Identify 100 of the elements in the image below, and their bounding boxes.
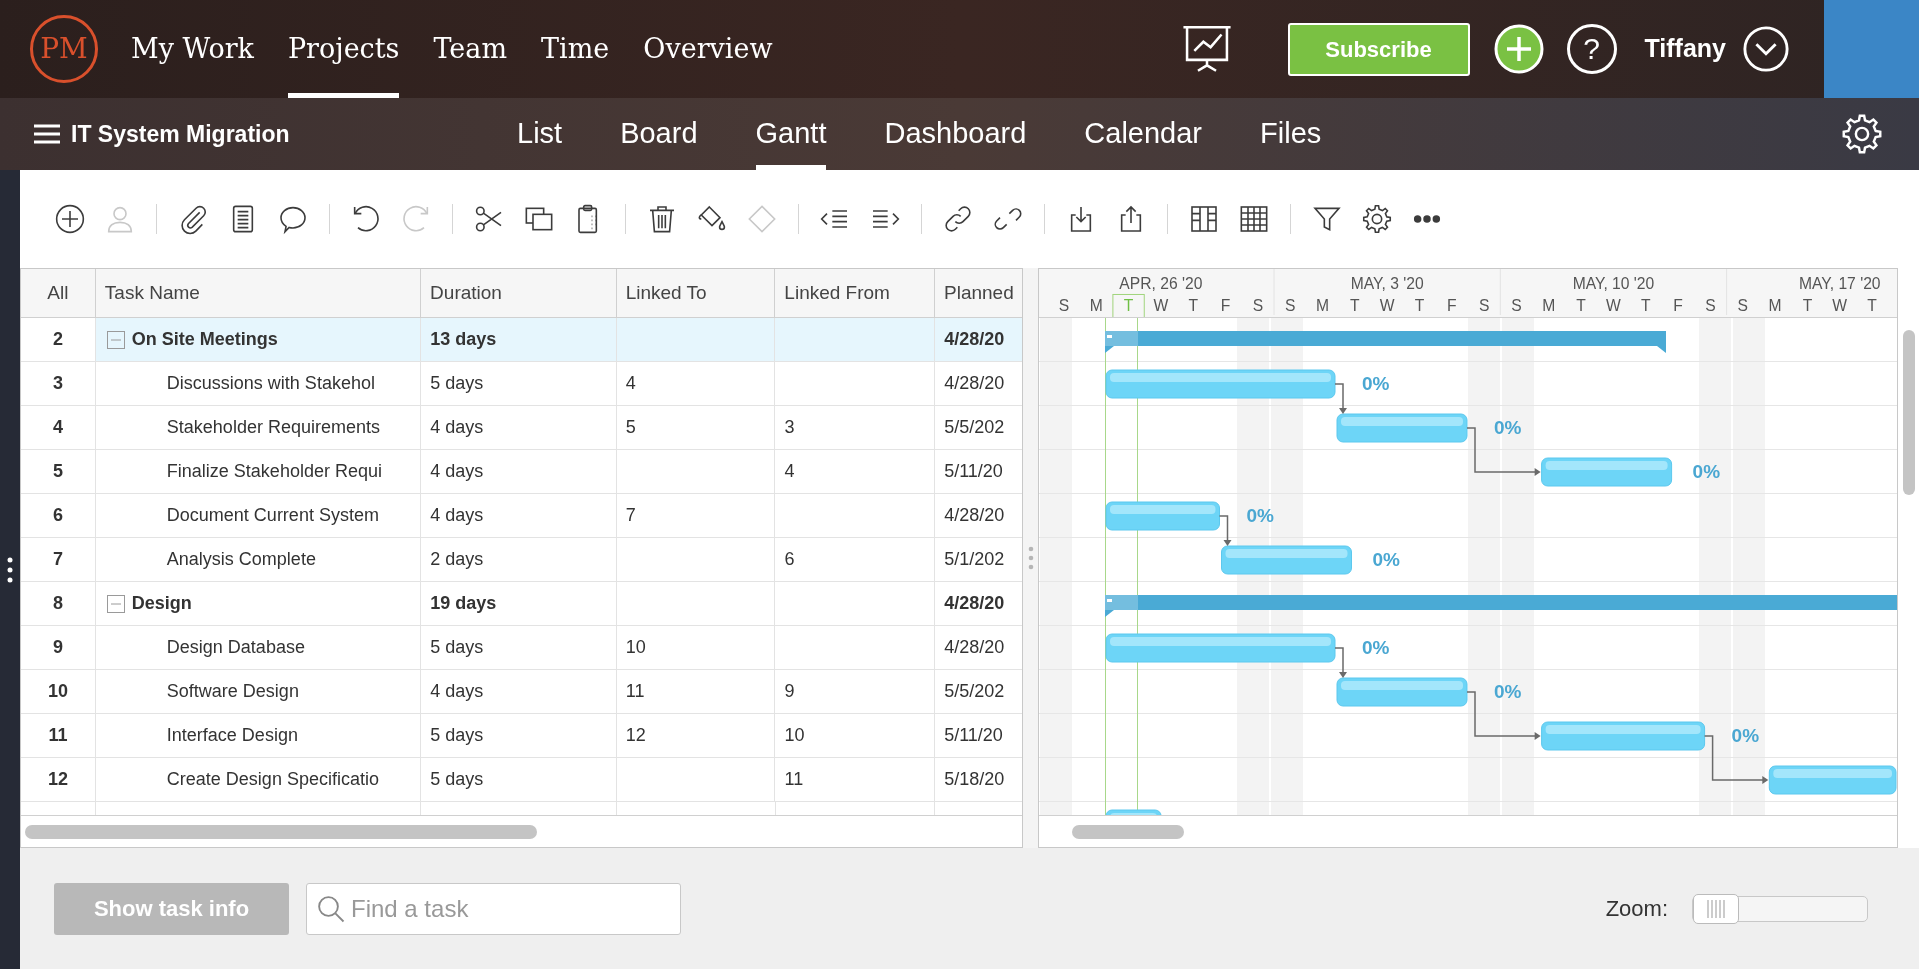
day-label: T: [1188, 297, 1198, 315]
column-header[interactable]: Linked To: [616, 269, 776, 317]
task-name[interactable]: Software Design: [166, 678, 299, 705]
task-name[interactable]: Discussions with Stakehol: [166, 370, 375, 397]
day-label: S: [1511, 297, 1522, 315]
table-row[interactable]: 4 Stakeholder Requirements 4 days 5 3 5/5/202: [21, 406, 1022, 450]
table-row[interactable]: 9 Design Database 5 days 10 4/28/20: [21, 626, 1022, 670]
table-row[interactable]: 12 Create Design Specificatio 5 days 11 5/18/20: [21, 758, 1022, 802]
slider-thumb[interactable]: [1693, 893, 1739, 924]
day-label: S: [1705, 297, 1716, 315]
week-label: MAY, 3 '20: [1350, 274, 1424, 292]
view-tab[interactable]: Dashboard: [884, 98, 1027, 170]
day-label: M: [1089, 297, 1103, 315]
task-name[interactable]: On Site Meetings: [131, 326, 278, 353]
menu-icon[interactable]: [34, 124, 60, 144]
column-header[interactable]: All: [21, 269, 96, 317]
task-name[interactable]: Finalize Stakeholder Requi: [166, 458, 382, 485]
task-name[interactable]: Analysis Complete: [166, 546, 316, 573]
zoom-label: Zoom:: [1605, 895, 1668, 923]
day-label: W: [1379, 297, 1395, 315]
nav-link[interactable]: My Work: [131, 0, 254, 98]
project-title: IT System Migration: [71, 119, 291, 149]
columns-icon[interactable]: [1188, 203, 1220, 235]
column-header[interactable]: Planned: [935, 269, 1022, 317]
task-name[interactable]: Create Design Specificatio: [166, 766, 379, 793]
vertical-scrollbar[interactable]: [1902, 330, 1915, 495]
day-label: S: [1252, 297, 1264, 315]
day-label: M: [1768, 297, 1782, 315]
grid-icon[interactable]: [1238, 203, 1270, 235]
table-row[interactable]: 7 Analysis Complete 2 days 6 5/1/202: [21, 538, 1022, 582]
week-label: MAY, 10 '20: [1572, 274, 1655, 292]
zoom-slider[interactable]: [1692, 895, 1868, 922]
week-label: APR, 26 '20: [1119, 274, 1203, 292]
task-name[interactable]: Interface Design: [166, 722, 298, 749]
day-label: T: [1576, 297, 1586, 315]
column-header[interactable]: Duration: [421, 269, 617, 317]
day-label: M: [1316, 297, 1330, 315]
table-cell-text: 11: [784, 768, 804, 791]
horizontal-scrollbar[interactable]: [25, 824, 537, 839]
table-cell-text: 4/28/20: [944, 636, 1005, 659]
day-label: W: [1606, 297, 1621, 315]
view-tab[interactable]: Board: [620, 98, 698, 170]
table-cell-text: 5/1/202: [944, 548, 1005, 571]
table-row[interactable]: 3 Discussions with Stakehol 5 days 4 4/28/20: [21, 362, 1022, 406]
day-label: W: [1153, 297, 1169, 315]
table-cell-text: 5: [625, 416, 636, 439]
progress-label: 0%: [1494, 417, 1522, 438]
day-label: S: [1737, 297, 1748, 315]
view-tab[interactable]: Calendar: [1084, 98, 1203, 170]
link-icon[interactable]: [942, 203, 974, 235]
logo[interactable]: PM: [30, 15, 98, 83]
chevron-down-icon[interactable]: [1742, 25, 1790, 73]
table-cell-text: 19 days: [430, 592, 497, 615]
table-cell-text: 10: [625, 636, 646, 659]
nav-link[interactable]: Team: [433, 0, 508, 98]
task-name[interactable]: Document Current System: [166, 502, 379, 529]
drag-handle-icon[interactable]: [7, 556, 13, 583]
view-tab[interactable]: Files: [1260, 98, 1322, 170]
table-row[interactable]: 11 Interface Design 5 days 12 10 5/11/20: [21, 714, 1022, 758]
day-label: F: [1447, 297, 1457, 315]
help-button[interactable]: ?: [1566, 24, 1617, 74]
day-label: T: [1350, 297, 1360, 315]
progress-label: 0%: [1731, 725, 1760, 746]
nav-link[interactable]: Overview: [643, 0, 773, 98]
row-number: 2: [21, 318, 96, 361]
summary-bar[interactable]: [1105, 595, 1897, 617]
nav-link[interactable]: Time: [541, 0, 610, 98]
day-label: T: [1867, 297, 1877, 315]
dependency-arrow: [1334, 647, 1347, 678]
table-cell-text: 5 days: [430, 636, 484, 659]
table-cell-text: 5 days: [430, 768, 484, 791]
settings-icon[interactable]: [1361, 203, 1393, 235]
table-row[interactable]: 10 Software Design 4 days 11 9 5/5/202: [21, 670, 1022, 714]
table-row[interactable]: 6 Document Current System 4 days 7 4/28/20: [21, 494, 1022, 538]
day-label: T: [1414, 297, 1425, 315]
table-cell-text: 6: [784, 548, 795, 571]
task-name[interactable]: Design: [131, 590, 192, 617]
day-label: S: [1285, 297, 1296, 315]
splitter-handle[interactable]: [1027, 546, 1034, 570]
day-label: S: [1478, 297, 1490, 315]
column-header[interactable]: Linked From: [775, 269, 935, 317]
summary-bar[interactable]: [1105, 331, 1666, 353]
add-icon[interactable]: [54, 203, 86, 235]
collapse-icon[interactable]: [106, 594, 125, 613]
table-cell-text: 7: [625, 504, 636, 527]
table-cell-text: 4/28/20: [944, 328, 1005, 351]
horizontal-scrollbar[interactable]: [1072, 824, 1184, 839]
table-row[interactable]: 5 Finalize Stakeholder Requi 4 days 4 5/11/20: [21, 450, 1022, 494]
user-name[interactable]: Tiffany: [1644, 30, 1726, 68]
view-tab[interactable]: List: [517, 98, 563, 170]
column-header[interactable]: Task Name: [95, 269, 422, 317]
table-row[interactable]: 8 Design 19 days 4/28/20: [21, 582, 1022, 626]
day-label: M: [1542, 297, 1556, 315]
task-name[interactable]: Design Database: [166, 634, 305, 661]
table-row[interactable]: 2 On Site Meetings 13 days 4/28/20: [21, 318, 1022, 362]
search-field[interactable]: Find a task: [306, 882, 681, 935]
table-cell-text: 5/11/20: [944, 460, 1003, 483]
collapse-icon[interactable]: [106, 330, 125, 349]
day-label: F: [1220, 297, 1231, 315]
task-name[interactable]: Stakeholder Requirements: [166, 414, 380, 441]
